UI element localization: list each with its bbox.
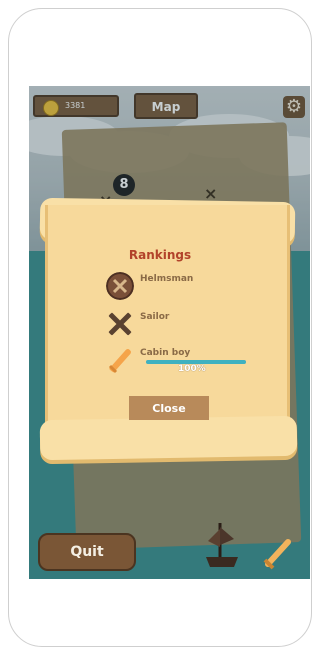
sword-icon xyxy=(108,349,131,374)
rank-label-sailor: Sailor xyxy=(140,312,170,322)
sword-icon[interactable] xyxy=(262,536,294,570)
quit-button[interactable]: Quit xyxy=(38,533,136,571)
shield-icon xyxy=(106,272,134,300)
scroll-bottom-roll xyxy=(39,415,298,461)
rank-row-helmsman: Helmsman xyxy=(106,272,266,302)
rank-progress-text: 100% xyxy=(178,364,206,374)
rank-label-cabin-boy: Cabin boy xyxy=(140,348,191,358)
rank-row-sailor: Sailor xyxy=(106,310,266,340)
close-button[interactable]: Close xyxy=(129,396,209,420)
rank-label-helmsman: Helmsman xyxy=(140,274,194,284)
crossed-swords-icon xyxy=(108,312,132,336)
rankings-title: Rankings xyxy=(128,248,192,262)
ship-icon[interactable] xyxy=(200,515,244,575)
